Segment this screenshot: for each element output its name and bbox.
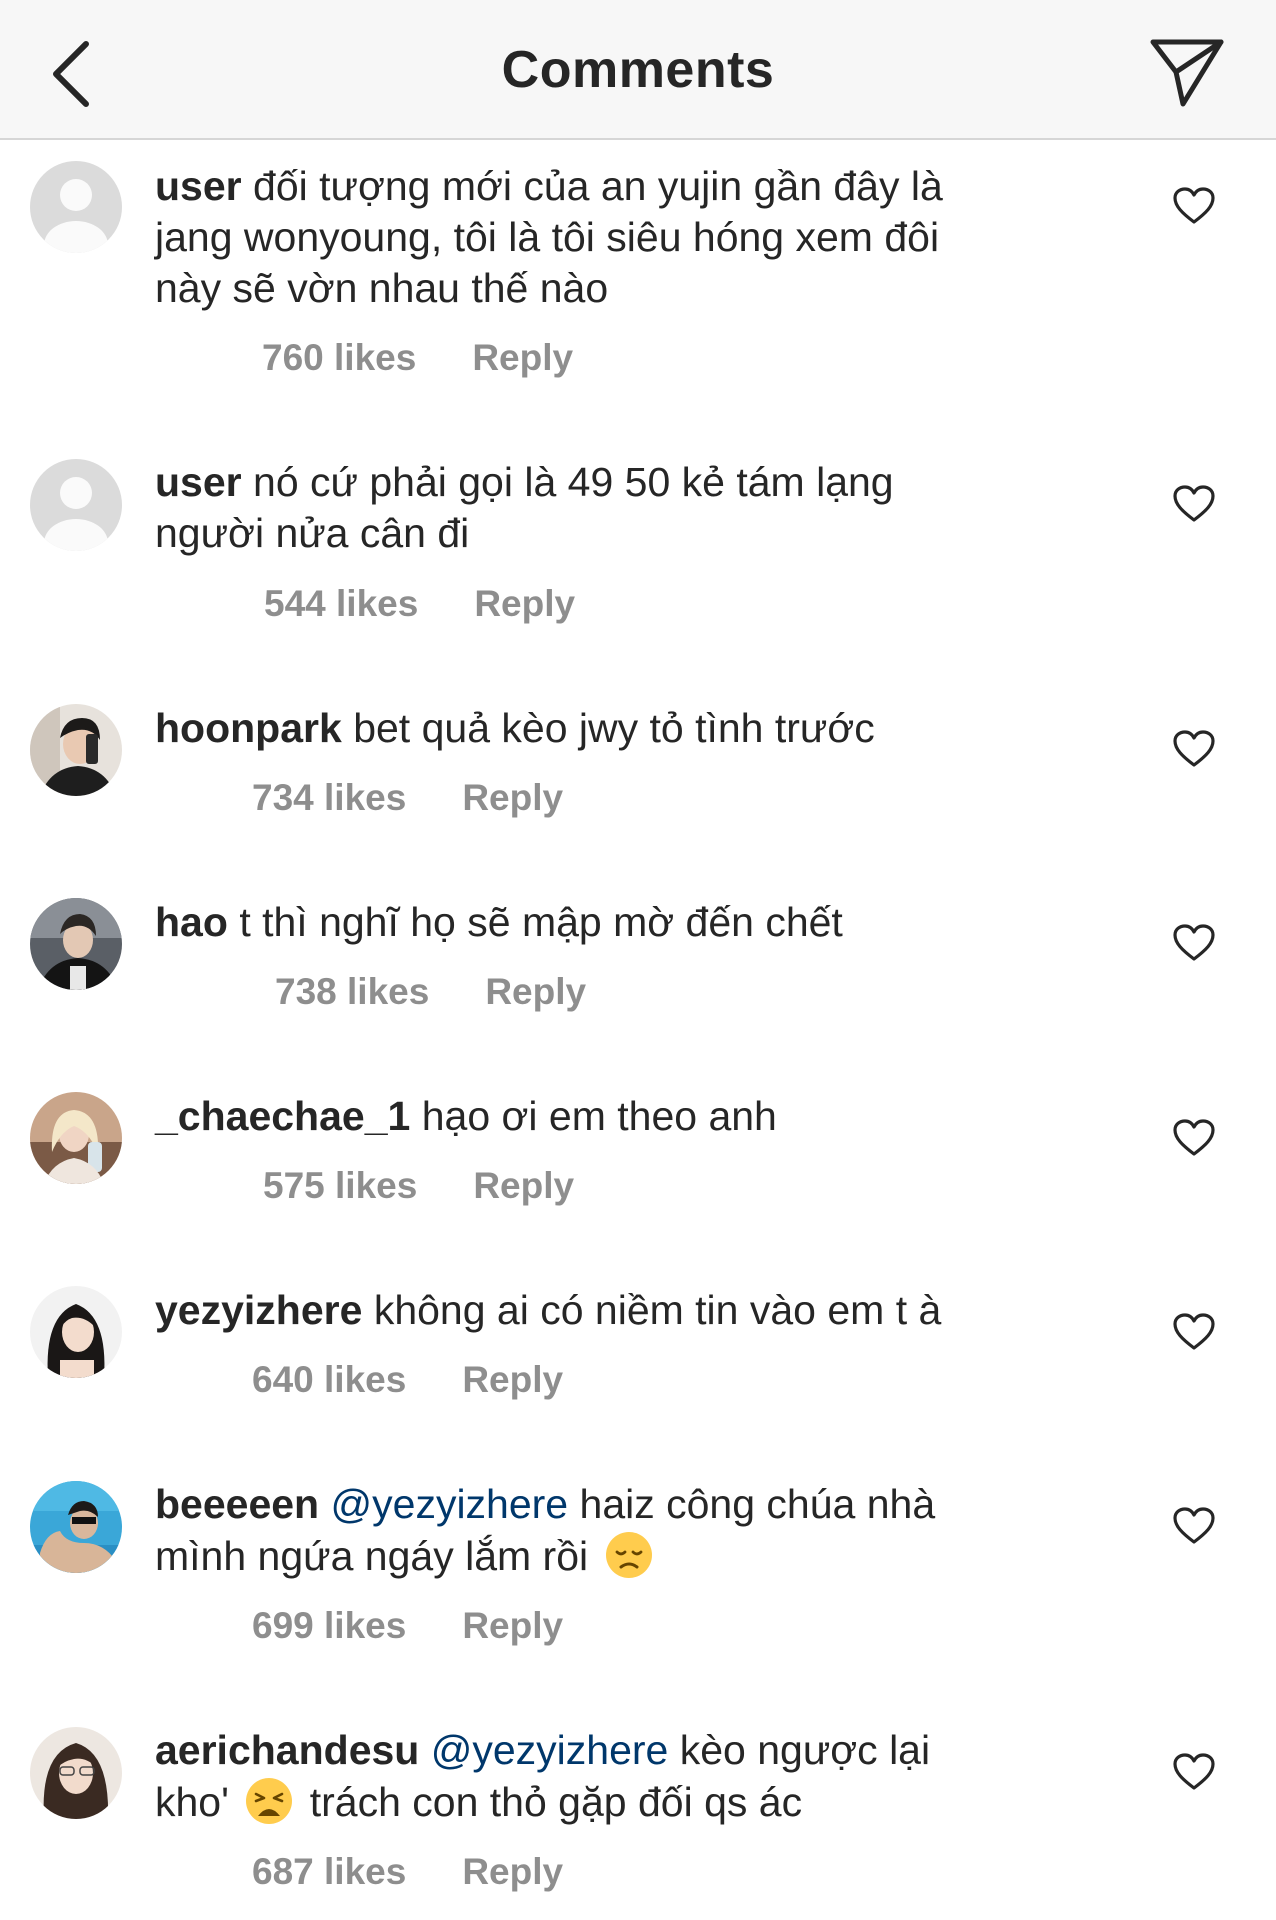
comment-meta: 738 likes Reply <box>275 971 586 1013</box>
reply-button[interactable]: Reply <box>462 1605 563 1646</box>
comment-body: hạo ơi em theo anh <box>421 1093 777 1139</box>
heart-icon[interactable] <box>1172 1118 1216 1158</box>
comment-body-line: khoʹ <box>155 1779 229 1825</box>
reply-button[interactable]: Reply <box>462 1851 563 1892</box>
comment-body: bet quả kèo jwy tỏ tình trước <box>353 705 875 751</box>
comment-body: haiz công chúa nhà <box>579 1481 936 1527</box>
likes-count[interactable]: 738 likes <box>275 971 429 1012</box>
default-avatar-icon <box>30 161 122 253</box>
comment-username[interactable]: hao <box>155 899 228 945</box>
comment-username[interactable]: beeeeen <box>155 1481 319 1527</box>
comment-text: beeeeen @yezyizhere haiz công chúa nhà m… <box>155 1479 1055 1582</box>
profile-photo <box>30 1727 122 1819</box>
comment-username[interactable]: yezyizhere <box>155 1287 362 1333</box>
heart-icon[interactable] <box>1172 186 1216 226</box>
comment-body: t thì nghĩ họ sẽ mập mờ đến chết <box>239 899 843 945</box>
profile-photo <box>30 704 122 796</box>
weary-face-emoji <box>246 1778 293 1824</box>
comment-body-line: người nửa cân đi <box>155 510 470 556</box>
heart-icon[interactable] <box>1172 484 1216 524</box>
reply-button[interactable]: Reply <box>473 1165 574 1206</box>
paper-plane-icon <box>1150 39 1224 107</box>
likes-count[interactable]: 760 likes <box>262 337 416 378</box>
default-avatar-icon <box>30 459 122 551</box>
comment-body: không ai có niềm tin vào em t à <box>373 1287 942 1333</box>
comment-body: nó cứ phải gọi là 49 50 kẻ tám lạng <box>253 459 894 505</box>
avatar[interactable] <box>30 1481 122 1573</box>
heart-icon[interactable] <box>1172 1752 1216 1792</box>
share-button[interactable] <box>1145 32 1229 112</box>
likes-count[interactable]: 734 likes <box>252 777 406 818</box>
comment-text: user nó cứ phải gọi là 49 50 kẻ tám lạng… <box>155 457 1055 559</box>
profile-photo <box>30 1286 122 1378</box>
comment-username[interactable]: hoonpark <box>155 705 342 751</box>
comment-meta: 699 likes Reply <box>252 1605 563 1647</box>
avatar[interactable] <box>30 161 122 253</box>
comment-body: đối tượng mới của an yujin gần đây là <box>253 163 943 209</box>
comment-meta: 760 likes Reply <box>262 337 573 379</box>
avatar[interactable] <box>30 1727 122 1819</box>
header-bar: Comments <box>0 0 1276 140</box>
profile-photo <box>30 898 122 990</box>
comment-text: user đối tượng mới của an yujin gần đây … <box>155 161 1055 314</box>
comment-text: hao t thì nghĩ họ sẽ mập mờ đến chết <box>155 897 1055 948</box>
reply-button[interactable]: Reply <box>485 971 586 1012</box>
profile-photo <box>30 1481 122 1573</box>
comment-meta: 640 likes Reply <box>252 1359 563 1401</box>
comment-text: aerichandesu @yezyizhere kèo ngược lại k… <box>155 1725 1055 1828</box>
avatar[interactable] <box>30 459 122 551</box>
comment-body-line: mình ngứa ngáy lắm rồi <box>155 1533 589 1579</box>
likes-count[interactable]: 687 likes <box>252 1851 406 1892</box>
reply-button[interactable]: Reply <box>462 1359 563 1400</box>
comment-body-line: này sẽ vờn nhau thế nào <box>155 265 609 311</box>
profile-photo <box>30 1092 122 1184</box>
comment-username[interactable]: aerichandesu <box>155 1727 419 1773</box>
likes-count[interactable]: 575 likes <box>263 1165 417 1206</box>
comment-username[interactable]: user <box>155 459 242 505</box>
heart-icon[interactable] <box>1172 923 1216 963</box>
comment-meta: 544 likes Reply <box>264 583 575 625</box>
comment-text: hoonpark bet quả kèo jwy tỏ tình trước <box>155 703 1055 754</box>
comment-text: yezyizhere không ai có niềm tin vào em t… <box>155 1285 1055 1336</box>
reply-button[interactable]: Reply <box>472 337 573 378</box>
reply-button[interactable]: Reply <box>462 777 563 818</box>
likes-count[interactable]: 640 likes <box>252 1359 406 1400</box>
avatar[interactable] <box>30 1286 122 1378</box>
likes-count[interactable]: 544 likes <box>264 583 418 624</box>
comment-mention[interactable]: @yezyizhere <box>331 1481 569 1527</box>
avatar[interactable] <box>30 898 122 990</box>
comment-body-line: trách con thỏ gặp đối qs ác <box>309 1779 803 1825</box>
comment-body-line: jang wonyoung, tôi là tôi siêu hóng xem … <box>155 214 940 260</box>
avatar[interactable] <box>30 1092 122 1184</box>
page-title: Comments <box>501 41 775 99</box>
comment-meta: 734 likes Reply <box>252 777 563 819</box>
comment-username[interactable]: user <box>155 163 242 209</box>
disappointed-face-emoji <box>605 1532 652 1578</box>
comment-meta: 575 likes Reply <box>263 1165 574 1207</box>
reply-button[interactable]: Reply <box>474 583 575 624</box>
comment-body: kèo ngược lại <box>679 1727 931 1773</box>
comment-text: _chaechae_1 hạo ơi em theo anh <box>155 1091 1055 1142</box>
heart-icon[interactable] <box>1172 1312 1216 1352</box>
heart-icon[interactable] <box>1172 1506 1216 1546</box>
heart-icon[interactable] <box>1172 729 1216 769</box>
comment-mention[interactable]: @yezyizhere <box>431 1727 669 1773</box>
likes-count[interactable]: 699 likes <box>252 1605 406 1646</box>
comment-meta: 687 likes Reply <box>252 1851 563 1893</box>
avatar[interactable] <box>30 704 122 796</box>
comment-username[interactable]: _chaechae_1 <box>155 1093 410 1139</box>
